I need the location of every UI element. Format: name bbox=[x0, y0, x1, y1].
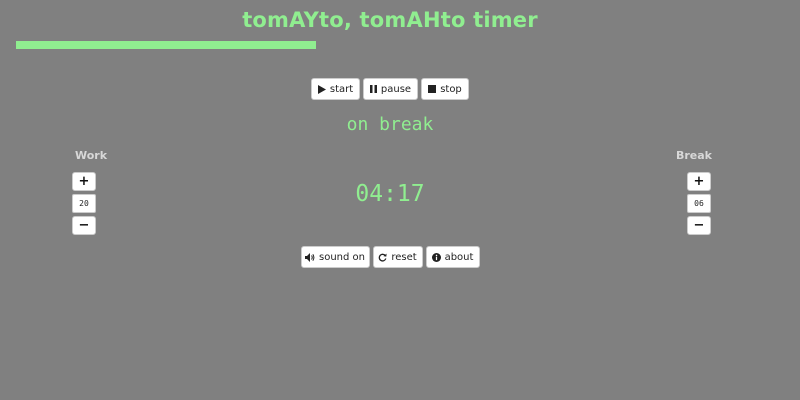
pause-button-label: pause bbox=[380, 83, 412, 95]
break-panel: Break + 06 − bbox=[672, 149, 712, 235]
progress-bar bbox=[16, 41, 616, 49]
volume-icon bbox=[305, 252, 315, 262]
break-stepper: + 06 − bbox=[672, 172, 712, 235]
break-label: Break bbox=[675, 149, 712, 162]
app-title: tomAYto, tomAHto timer bbox=[242, 8, 538, 32]
reset-button[interactable]: reset bbox=[372, 246, 423, 268]
work-label: Work bbox=[74, 149, 108, 162]
stop-icon bbox=[428, 85, 437, 93]
utility-controls: sound on reset about bbox=[0, 246, 780, 268]
timer-display: 04:17 bbox=[355, 181, 425, 207]
about-button[interactable]: about bbox=[425, 246, 480, 268]
sound-button-label: sound on bbox=[319, 251, 365, 263]
sound-button[interactable]: sound on bbox=[300, 246, 370, 268]
break-increment-button[interactable]: + bbox=[687, 172, 711, 191]
stop-button-label: stop bbox=[440, 83, 462, 95]
start-button[interactable]: start bbox=[311, 78, 360, 100]
play-icon bbox=[317, 84, 326, 94]
work-decrement-button[interactable]: − bbox=[72, 216, 96, 235]
info-icon bbox=[431, 252, 441, 262]
start-button-label: start bbox=[329, 83, 354, 95]
stop-button[interactable]: stop bbox=[421, 78, 469, 100]
timer-controls: start pause stop bbox=[0, 78, 780, 100]
reset-button-label: reset bbox=[391, 251, 417, 263]
app-root: tomAYto, tomAHto timer start pause stop … bbox=[0, 0, 800, 400]
break-decrement-button[interactable]: − bbox=[687, 216, 711, 235]
about-button-label: about bbox=[444, 251, 474, 263]
break-value: 06 bbox=[687, 194, 711, 213]
pause-icon bbox=[369, 85, 377, 93]
status-text: on break bbox=[346, 114, 434, 135]
progress-bar-fill bbox=[16, 41, 316, 49]
pause-button[interactable]: pause bbox=[363, 78, 418, 100]
refresh-icon bbox=[378, 253, 387, 262]
